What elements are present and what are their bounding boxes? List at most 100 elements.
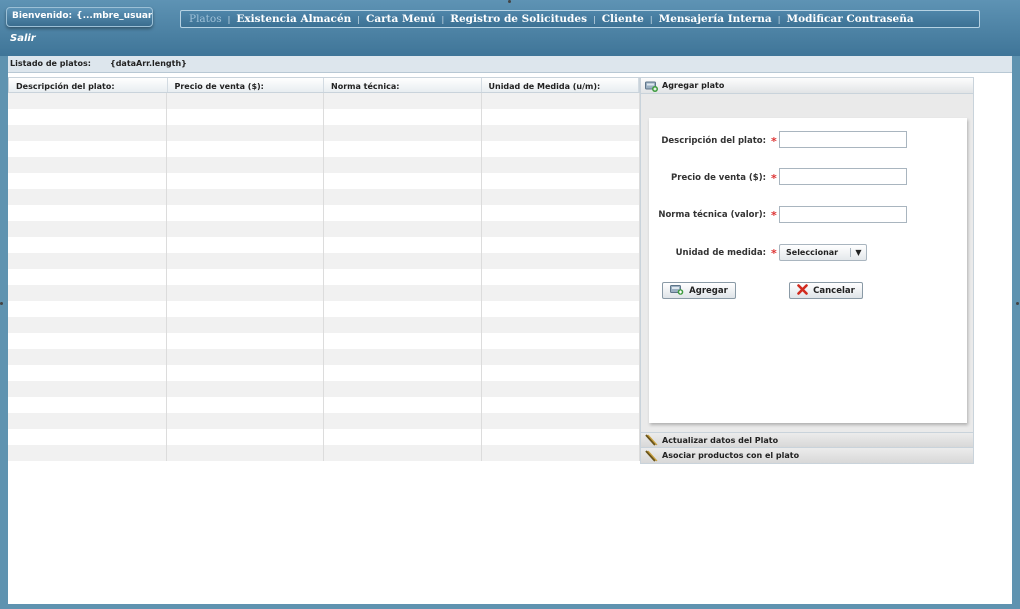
resize-handle-right[interactable]	[1016, 302, 1019, 305]
table-cell	[324, 381, 482, 397]
column-header-norma[interactable]: Norma técnica:	[324, 78, 482, 92]
table-cell	[482, 333, 640, 349]
table-cell	[482, 285, 640, 301]
grid-body	[8, 93, 640, 461]
table-cell	[482, 445, 640, 461]
unidad-select-value: Seleccionar	[786, 248, 839, 257]
unidad-select[interactable]: Seleccionar ▼	[779, 244, 867, 261]
add-dish-icon	[645, 80, 658, 92]
table-row	[8, 157, 640, 173]
table-row	[8, 189, 640, 205]
table-cell	[324, 253, 482, 269]
table-cell	[167, 109, 324, 125]
table-cell	[482, 429, 640, 445]
table-cell	[482, 109, 640, 125]
menu-item-modificar-contrasena[interactable]: Modificar Contraseña	[786, 13, 913, 25]
add-dish-form: Descripción del plato: * Precio de venta…	[649, 118, 967, 423]
accordion-header-asociar[interactable]: Asociar productos con el plato	[641, 448, 973, 464]
accordion-header-actualizar[interactable]: Actualizar datos del Plato	[641, 432, 973, 448]
table-row	[8, 269, 640, 285]
list-label: Listado de platos:	[10, 59, 91, 68]
table-cell	[324, 317, 482, 333]
table-cell	[8, 125, 167, 141]
column-header-descripcion[interactable]: Descripción del plato:	[9, 78, 168, 92]
table-cell	[482, 253, 640, 269]
menu-item-cliente[interactable]: Cliente	[602, 13, 644, 25]
table-row	[8, 237, 640, 253]
cancelar-button[interactable]: Cancelar	[789, 282, 863, 299]
accordion-header-agregar[interactable]: Agregar plato	[641, 78, 973, 94]
descripcion-label: Descripción del plato:	[661, 136, 766, 146]
menu-separator: |	[592, 14, 596, 24]
precio-input[interactable]	[779, 168, 907, 185]
table-cell	[8, 237, 167, 253]
required-mark: *	[771, 209, 777, 222]
table-cell	[324, 205, 482, 221]
table-cell	[8, 141, 167, 157]
menu-item-mensajeria-interna[interactable]: Mensajería Interna	[659, 13, 772, 25]
table-cell	[167, 445, 324, 461]
menu-separator: |	[649, 14, 653, 24]
required-mark: *	[771, 135, 777, 148]
menu-item-existencia-almacen[interactable]: Existencia Almacén	[236, 13, 351, 25]
table-cell	[324, 285, 482, 301]
table-cell	[167, 301, 324, 317]
table-cell	[324, 93, 482, 109]
table-cell	[8, 349, 167, 365]
main-content: Descripción del plato: Precio de venta (…	[8, 73, 1012, 604]
table-cell	[167, 157, 324, 173]
table-cell	[167, 269, 324, 285]
table-cell	[324, 269, 482, 285]
table-cell	[324, 413, 482, 429]
table-cell	[482, 397, 640, 413]
menu-separator: |	[227, 14, 231, 24]
menu-item-carta-menu[interactable]: Carta Menú	[366, 13, 436, 25]
list-count: {dataArr.length}	[110, 59, 187, 68]
table-row	[8, 141, 640, 157]
table-cell	[482, 301, 640, 317]
menu-separator: |	[441, 14, 445, 24]
menu-item-registro-solicitudes[interactable]: Registro de Solicitudes	[450, 13, 587, 25]
table-cell	[167, 317, 324, 333]
column-header-unidad[interactable]: Unidad de Medida (u/m):	[482, 78, 639, 92]
table-cell	[482, 237, 640, 253]
logout-link[interactable]: Salir	[10, 33, 36, 44]
table-row	[8, 221, 640, 237]
table-cell	[482, 221, 640, 237]
table-cell	[167, 381, 324, 397]
table-cell	[324, 109, 482, 125]
table-cell	[324, 333, 482, 349]
table-row	[8, 397, 640, 413]
table-cell	[8, 333, 167, 349]
table-cell	[8, 285, 167, 301]
table-cell	[167, 429, 324, 445]
table-cell	[167, 93, 324, 109]
column-header-precio[interactable]: Precio de venta ($):	[168, 78, 324, 92]
table-cell	[324, 349, 482, 365]
table-cell	[324, 445, 482, 461]
resize-handle-left[interactable]	[0, 302, 3, 305]
table-cell	[324, 141, 482, 157]
table-cell	[324, 301, 482, 317]
table-cell	[482, 413, 640, 429]
table-row	[8, 349, 640, 365]
table-cell	[482, 205, 640, 221]
table-row	[8, 301, 640, 317]
table-row	[8, 205, 640, 221]
norma-input[interactable]	[779, 206, 907, 223]
agregar-button[interactable]: Agregar	[662, 282, 736, 299]
add-dish-icon	[670, 284, 684, 298]
resize-handle-top[interactable]	[508, 0, 511, 3]
table-cell	[8, 301, 167, 317]
table-row	[8, 365, 640, 381]
table-cell	[167, 285, 324, 301]
table-cell	[167, 413, 324, 429]
descripcion-input[interactable]	[779, 131, 907, 148]
welcome-badge: Bienvenido:{...mbre_usuari...	[6, 7, 153, 27]
table-cell	[167, 221, 324, 237]
table-cell	[8, 93, 167, 109]
menu-item-platos[interactable]: Platos	[189, 13, 222, 25]
menu-separator: |	[777, 14, 781, 24]
table-cell	[8, 157, 167, 173]
table-cell	[324, 397, 482, 413]
